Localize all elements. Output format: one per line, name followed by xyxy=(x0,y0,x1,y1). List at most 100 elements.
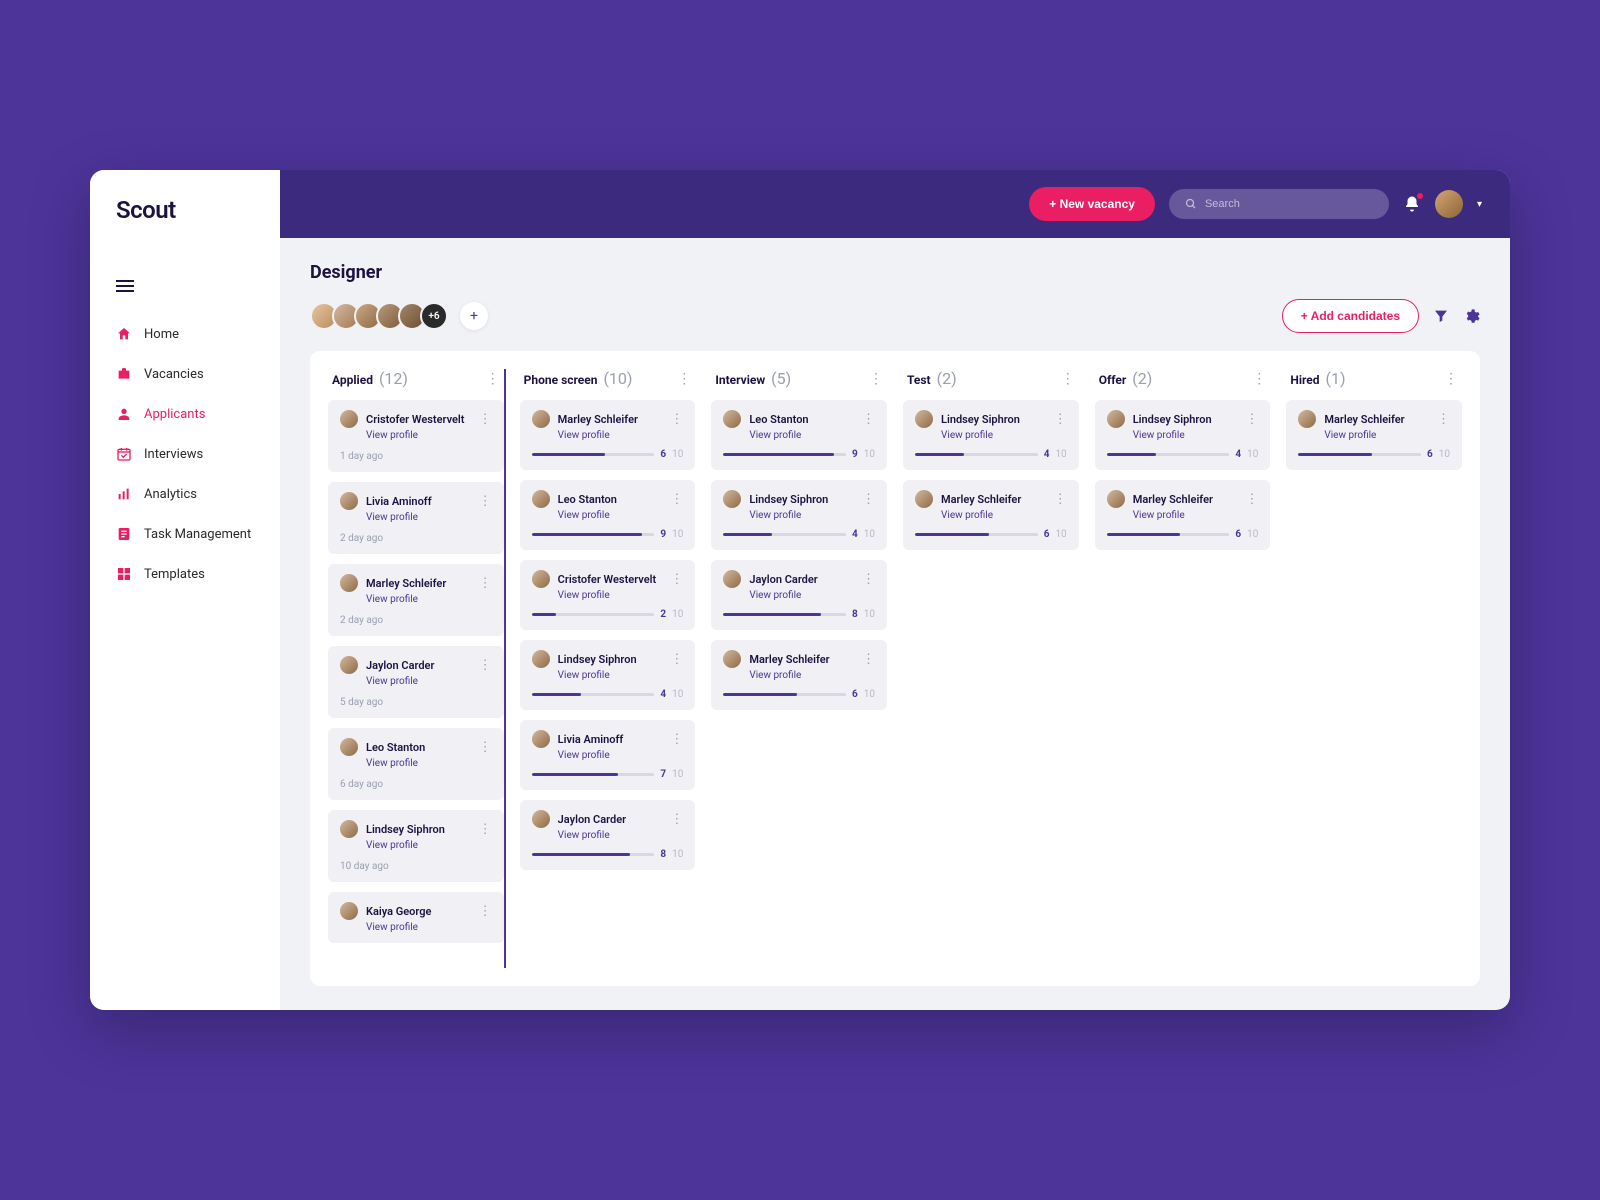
view-profile-link[interactable]: View profile xyxy=(366,676,492,687)
user-avatar[interactable] xyxy=(1435,190,1463,218)
card-menu-icon[interactable]: ⋮ xyxy=(1245,492,1258,507)
candidate-card[interactable]: Kaiya George ⋮ View profile xyxy=(328,892,504,943)
card-menu-icon[interactable]: ⋮ xyxy=(862,652,875,667)
score-bar xyxy=(532,773,655,776)
view-profile-link[interactable]: View profile xyxy=(1133,510,1259,521)
search-input[interactable] xyxy=(1205,198,1373,210)
card-menu-icon[interactable]: ⋮ xyxy=(670,412,683,427)
column-menu-icon[interactable]: ⋮ xyxy=(1444,371,1458,387)
view-profile-link[interactable]: View profile xyxy=(558,590,684,601)
candidate-avatar xyxy=(532,810,550,828)
card-list: Cristofer Westervelt ⋮ View profile1 day… xyxy=(328,400,504,943)
card-header: Marley Schleifer ⋮ xyxy=(532,410,684,428)
view-profile-link[interactable]: View profile xyxy=(366,922,492,933)
view-profile-link[interactable]: View profile xyxy=(749,590,875,601)
view-profile-link[interactable]: View profile xyxy=(366,840,492,851)
candidate-card[interactable]: Lindsey Siphron ⋮ View profile 4 10 xyxy=(1095,400,1271,470)
add-candidates-button[interactable]: + Add candidates xyxy=(1282,299,1419,333)
search-icon xyxy=(1185,198,1197,210)
add-team-member-button[interactable]: + xyxy=(460,302,488,330)
view-profile-link[interactable]: View profile xyxy=(558,830,684,841)
sidebar-item-analytics[interactable]: Analytics xyxy=(116,474,280,514)
sidebar-item-interviews[interactable]: Interviews xyxy=(116,434,280,474)
view-profile-link[interactable]: View profile xyxy=(749,670,875,681)
card-menu-icon[interactable]: ⋮ xyxy=(479,412,492,427)
card-menu-icon[interactable]: ⋮ xyxy=(670,812,683,827)
card-menu-icon[interactable]: ⋮ xyxy=(862,412,875,427)
candidate-card[interactable]: Marley Schleifer ⋮ View profile 6 10 xyxy=(520,400,696,470)
candidate-card[interactable]: Leo Stanton ⋮ View profile 9 10 xyxy=(711,400,887,470)
column-header: Offer (2)⋮ xyxy=(1095,369,1271,388)
candidate-card[interactable]: Leo Stanton ⋮ View profile6 day ago xyxy=(328,728,504,800)
card-menu-icon[interactable]: ⋮ xyxy=(670,732,683,747)
candidate-card[interactable]: Marley Schleifer ⋮ View profile2 day ago xyxy=(328,564,504,636)
view-profile-link[interactable]: View profile xyxy=(941,510,1067,521)
candidate-card[interactable]: Lindsey Siphron ⋮ View profile 4 10 xyxy=(711,480,887,550)
card-menu-icon[interactable]: ⋮ xyxy=(479,494,492,509)
candidate-name: Jaylon Carder xyxy=(366,659,434,672)
view-profile-link[interactable]: View profile xyxy=(749,430,875,441)
view-profile-link[interactable]: View profile xyxy=(1133,430,1259,441)
view-profile-link[interactable]: View profile xyxy=(1324,430,1450,441)
score-bar xyxy=(915,453,1038,456)
column-menu-icon[interactable]: ⋮ xyxy=(486,371,500,387)
sidebar-item-templates[interactable]: Templates xyxy=(116,554,280,594)
column-menu-icon[interactable]: ⋮ xyxy=(1061,371,1075,387)
candidate-card[interactable]: Marley Schleifer ⋮ View profile 6 10 xyxy=(1095,480,1271,550)
view-profile-link[interactable]: View profile xyxy=(366,512,492,523)
candidate-card[interactable]: Livia Aminoff ⋮ View profile 7 10 xyxy=(520,720,696,790)
card-menu-icon[interactable]: ⋮ xyxy=(670,492,683,507)
sidebar-item-vacancies[interactable]: Vacancies xyxy=(116,354,280,394)
candidate-card[interactable]: Jaylon Carder ⋮ View profile 8 10 xyxy=(520,800,696,870)
card-menu-icon[interactable]: ⋮ xyxy=(1437,412,1450,427)
card-menu-icon[interactable]: ⋮ xyxy=(862,492,875,507)
candidate-card[interactable]: Jaylon Carder ⋮ View profile5 day ago xyxy=(328,646,504,718)
view-profile-link[interactable]: View profile xyxy=(558,670,684,681)
card-menu-icon[interactable]: ⋮ xyxy=(479,740,492,755)
card-menu-icon[interactable]: ⋮ xyxy=(479,822,492,837)
view-profile-link[interactable]: View profile xyxy=(366,758,492,769)
menu-toggle-icon[interactable] xyxy=(116,280,280,292)
candidate-card[interactable]: Marley Schleifer ⋮ View profile 6 10 xyxy=(903,480,1079,550)
sidebar-item-home[interactable]: Home xyxy=(116,314,280,354)
candidate-card[interactable]: Livia Aminoff ⋮ View profile2 day ago xyxy=(328,482,504,554)
view-profile-link[interactable]: View profile xyxy=(366,430,492,441)
sidebar-item-applicants[interactable]: Applicants xyxy=(116,394,280,434)
card-menu-icon[interactable]: ⋮ xyxy=(862,572,875,587)
column-menu-icon[interactable]: ⋮ xyxy=(1252,371,1266,387)
card-menu-icon[interactable]: ⋮ xyxy=(670,572,683,587)
column-menu-icon[interactable]: ⋮ xyxy=(869,371,883,387)
view-profile-link[interactable]: View profile xyxy=(558,510,684,521)
view-profile-link[interactable]: View profile xyxy=(749,510,875,521)
candidate-card[interactable]: Lindsey Siphron ⋮ View profile 4 10 xyxy=(903,400,1079,470)
new-vacancy-button[interactable]: + New vacancy xyxy=(1029,187,1155,221)
candidate-card[interactable]: Marley Schleifer ⋮ View profile 6 10 xyxy=(711,640,887,710)
candidate-card[interactable]: Cristofer Westervelt ⋮ View profile1 day… xyxy=(328,400,504,472)
filter-icon[interactable] xyxy=(1433,308,1449,324)
candidate-card[interactable]: Jaylon Carder ⋮ View profile 8 10 xyxy=(711,560,887,630)
view-profile-link[interactable]: View profile xyxy=(366,594,492,605)
notification-bell-icon[interactable] xyxy=(1403,195,1421,213)
search-box[interactable] xyxy=(1169,189,1389,219)
candidate-card[interactable]: Cristofer Westervelt ⋮ View profile 2 10 xyxy=(520,560,696,630)
card-menu-icon[interactable]: ⋮ xyxy=(479,576,492,591)
card-menu-icon[interactable]: ⋮ xyxy=(479,904,492,919)
chevron-down-icon[interactable]: ▾ xyxy=(1477,199,1482,210)
candidate-card[interactable]: Lindsey Siphron ⋮ View profile 4 10 xyxy=(520,640,696,710)
candidate-card[interactable]: Leo Stanton ⋮ View profile 9 10 xyxy=(520,480,696,550)
view-profile-link[interactable]: View profile xyxy=(941,430,1067,441)
card-menu-icon[interactable]: ⋮ xyxy=(1054,492,1067,507)
candidate-card[interactable]: Marley Schleifer ⋮ View profile 6 10 xyxy=(1286,400,1462,470)
candidate-card[interactable]: Lindsey Siphron ⋮ View profile10 day ago xyxy=(328,810,504,882)
card-menu-icon[interactable]: ⋮ xyxy=(670,652,683,667)
gear-icon[interactable] xyxy=(1463,308,1480,325)
card-menu-icon[interactable]: ⋮ xyxy=(1245,412,1258,427)
team-avatar-overflow[interactable]: +6 xyxy=(420,302,448,330)
view-profile-link[interactable]: View profile xyxy=(558,430,684,441)
card-header: Cristofer Westervelt ⋮ xyxy=(340,410,492,428)
card-menu-icon[interactable]: ⋮ xyxy=(1054,412,1067,427)
sidebar-item-task-management[interactable]: Task Management xyxy=(116,514,280,554)
card-menu-icon[interactable]: ⋮ xyxy=(479,658,492,673)
view-profile-link[interactable]: View profile xyxy=(558,750,684,761)
column-menu-icon[interactable]: ⋮ xyxy=(677,371,691,387)
